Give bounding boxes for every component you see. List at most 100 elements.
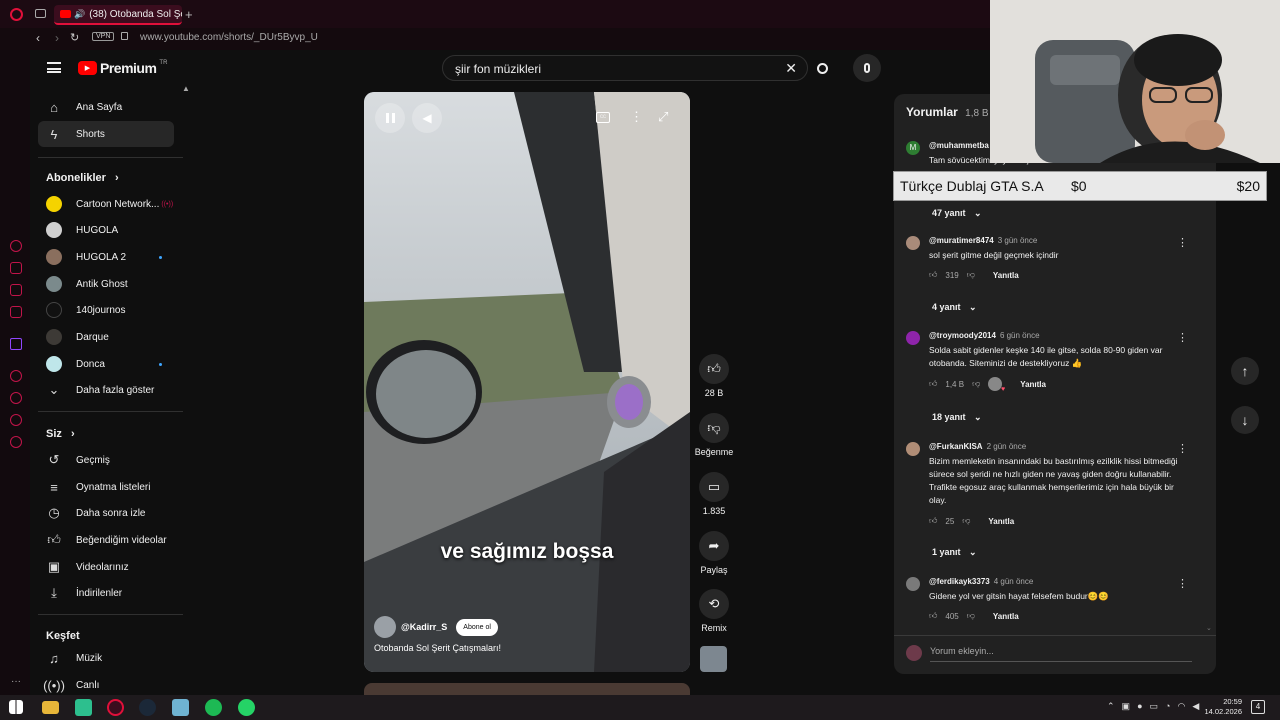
volume-icon[interactable]: ◀ xyxy=(1192,701,1199,712)
sidebar-app-icon[interactable] xyxy=(10,284,22,296)
nav-item-watch-later[interactable]: ◷ Daha sonra izle xyxy=(38,500,174,526)
subscription-item[interactable]: Antik Ghost xyxy=(38,271,174,297)
subscription-item[interactable]: Donca xyxy=(38,351,174,377)
commenter-avatar[interactable] xyxy=(906,331,920,345)
mute-button[interactable]: ◀ xyxy=(412,103,442,133)
comments-scrollbar[interactable]: ⌄ xyxy=(1206,624,1212,632)
thumbs-down-icon[interactable]: 👎︎ xyxy=(972,379,980,389)
speaker-icon[interactable]: 🔊 xyxy=(74,9,85,20)
subscription-item[interactable]: HUGOLA xyxy=(38,217,174,243)
commenter-name[interactable]: @muhammetba xyxy=(929,141,989,150)
tray-app-icon[interactable]: ▣ xyxy=(1122,701,1131,712)
nav-item-downloads[interactable]: ⤓ İndirilenler xyxy=(38,580,174,606)
thumbs-up-icon[interactable]: 👍︎ xyxy=(929,379,937,389)
pause-button[interactable] xyxy=(375,103,405,133)
replies-toggle[interactable]: 1 yanıt ⌄ xyxy=(932,547,977,558)
voice-search-button[interactable] xyxy=(853,54,881,82)
sidebar-app-icon[interactable] xyxy=(10,240,22,252)
wifi-icon[interactable]: ◠ xyxy=(1177,701,1185,712)
dislike-button[interactable]: 👎︎ Beğenme xyxy=(690,413,738,457)
reply-button[interactable]: Yanıtla xyxy=(993,271,1019,280)
commenter-avatar[interactable]: M xyxy=(906,141,920,155)
comment-more-icon[interactable]: ⋮ xyxy=(1177,442,1188,455)
reply-button[interactable]: Yanıtla xyxy=(993,612,1019,621)
thumbs-down-icon[interactable]: 👎︎ xyxy=(967,270,975,280)
commenter-avatar[interactable] xyxy=(906,236,920,250)
sound-thumbnail[interactable] xyxy=(700,646,727,672)
whatsapp-icon[interactable] xyxy=(238,699,255,716)
remix-button[interactable]: ⟲ Remix xyxy=(698,589,730,633)
sidebar-app-icon[interactable] xyxy=(10,392,22,404)
next-video-preview[interactable] xyxy=(364,683,690,695)
reload-icon[interactable]: ↻ xyxy=(70,31,79,44)
thumbs-up-icon[interactable]: 👍︎ xyxy=(929,611,937,621)
new-tab-button[interactable]: + xyxy=(185,7,193,22)
windows-start-icon[interactable] xyxy=(9,700,23,714)
sidebar-app-icon[interactable] xyxy=(10,414,22,426)
shorts-video-player[interactable]: ◀ cc ⋮ ⤢ ve sağımız boşsa @Kadirr_S Abon… xyxy=(364,92,690,672)
comment-more-icon[interactable]: ⋮ xyxy=(1177,236,1188,249)
comments-button[interactable]: ▭ 1.835 xyxy=(698,472,730,516)
chevron-up-icon[interactable]: ⌃ xyxy=(1107,701,1115,712)
previous-short-button[interactable]: ↑ xyxy=(1231,357,1259,385)
thumbs-up-icon[interactable]: 👍︎ xyxy=(929,270,937,280)
replies-toggle[interactable]: 18 yanıt ⌄ xyxy=(932,412,982,423)
subscribe-button[interactable]: Abone ol xyxy=(456,618,498,636)
more-icon[interactable]: ··· xyxy=(11,676,21,687)
spotify-icon[interactable] xyxy=(205,699,222,716)
tab-menu-icon[interactable] xyxy=(35,9,46,18)
like-button[interactable]: 👍︎ 28 B xyxy=(698,354,730,398)
sidebar-app-icon[interactable] xyxy=(10,306,22,318)
commenter-name[interactable]: @muratimer8474 3 gün önce xyxy=(929,236,1037,245)
channel-avatar[interactable] xyxy=(374,616,396,638)
commenter-avatar[interactable] xyxy=(906,577,920,591)
back-icon[interactable]: ‹ xyxy=(36,31,40,45)
nav-scroll-up-icon[interactable]: ▲ xyxy=(182,84,190,93)
reply-button[interactable]: Yanıtla xyxy=(1020,380,1046,389)
you-heading[interactable]: Siz › xyxy=(46,428,75,440)
file-explorer-icon[interactable] xyxy=(42,701,59,714)
reply-button[interactable]: Yanıtla xyxy=(988,517,1014,526)
subscription-item[interactable]: HUGOLA 2 xyxy=(38,244,174,270)
thumbs-down-icon[interactable]: 👎︎ xyxy=(967,611,975,621)
opera-logo-icon[interactable] xyxy=(10,8,23,21)
sidebar-app-icon[interactable] xyxy=(10,262,22,274)
thumbs-up-icon[interactable]: 👍︎ xyxy=(929,516,937,526)
youtube-logo[interactable]: ▶ Premium TR xyxy=(78,60,167,76)
sidebar-app-icon[interactable] xyxy=(10,370,22,382)
fullscreen-icon[interactable]: ⤢ xyxy=(658,109,668,125)
network-icon[interactable]: ◔ xyxy=(1165,701,1170,712)
subscription-item[interactable]: Cartoon Network... ((•)) xyxy=(38,191,174,217)
nav-item-history[interactable]: ↺ Geçmiş xyxy=(38,447,174,473)
steam-icon[interactable] xyxy=(139,699,156,716)
url-text[interactable]: www.youtube.com/shorts/_DUr5Byvp_U xyxy=(140,32,318,43)
commenter-name[interactable]: @troymoody2014 6 gün önce xyxy=(929,331,1040,340)
clear-search-icon[interactable]: ✕ xyxy=(785,60,797,77)
replies-toggle[interactable]: 4 yanıt ⌄ xyxy=(932,302,977,313)
nav-item-shorts[interactable]: ϟ Shorts xyxy=(38,121,174,147)
forward-icon[interactable]: › xyxy=(55,31,59,45)
clock[interactable]: 20:59 14.02.2026 xyxy=(1202,697,1242,717)
subscription-item[interactable]: Darque xyxy=(38,324,174,350)
nav-item-home[interactable]: ⌂ Ana Sayfa xyxy=(38,94,174,120)
settings-icon[interactable] xyxy=(10,436,22,448)
share-button[interactable]: ➦ Paylaş xyxy=(698,531,730,575)
search-input[interactable]: şiir fon müzikleri ✕ xyxy=(442,55,808,81)
next-short-button[interactable]: ↓ xyxy=(1231,406,1259,434)
nav-item-your-videos[interactable]: ▣ Videolarınız xyxy=(38,554,174,580)
comment-more-icon[interactable]: ⋮ xyxy=(1177,577,1188,590)
opera-gx-icon[interactable] xyxy=(107,699,124,716)
commenter-name[interactable]: @ferdikayk3373 4 gün önce xyxy=(929,577,1033,586)
show-more-button[interactable]: ⌄ Daha fazla göster xyxy=(38,377,174,403)
twitch-icon[interactable] xyxy=(10,338,22,350)
browser-tab-active[interactable]: 🔊 (38) Otobanda Sol Şerit xyxy=(54,5,182,25)
more-options-icon[interactable]: ⋮ xyxy=(630,109,643,125)
captions-icon[interactable]: cc xyxy=(596,112,610,123)
comment-more-icon[interactable]: ⋮ xyxy=(1177,331,1188,344)
thumbs-down-icon[interactable]: 👎︎ xyxy=(962,516,970,526)
display-icon[interactable]: ▭ xyxy=(1150,701,1159,712)
microphone-icon[interactable]: ● xyxy=(1137,701,1142,712)
app-icon[interactable] xyxy=(172,699,189,716)
vpn-badge[interactable]: VPN xyxy=(92,32,115,41)
commenter-avatar[interactable] xyxy=(906,442,920,456)
